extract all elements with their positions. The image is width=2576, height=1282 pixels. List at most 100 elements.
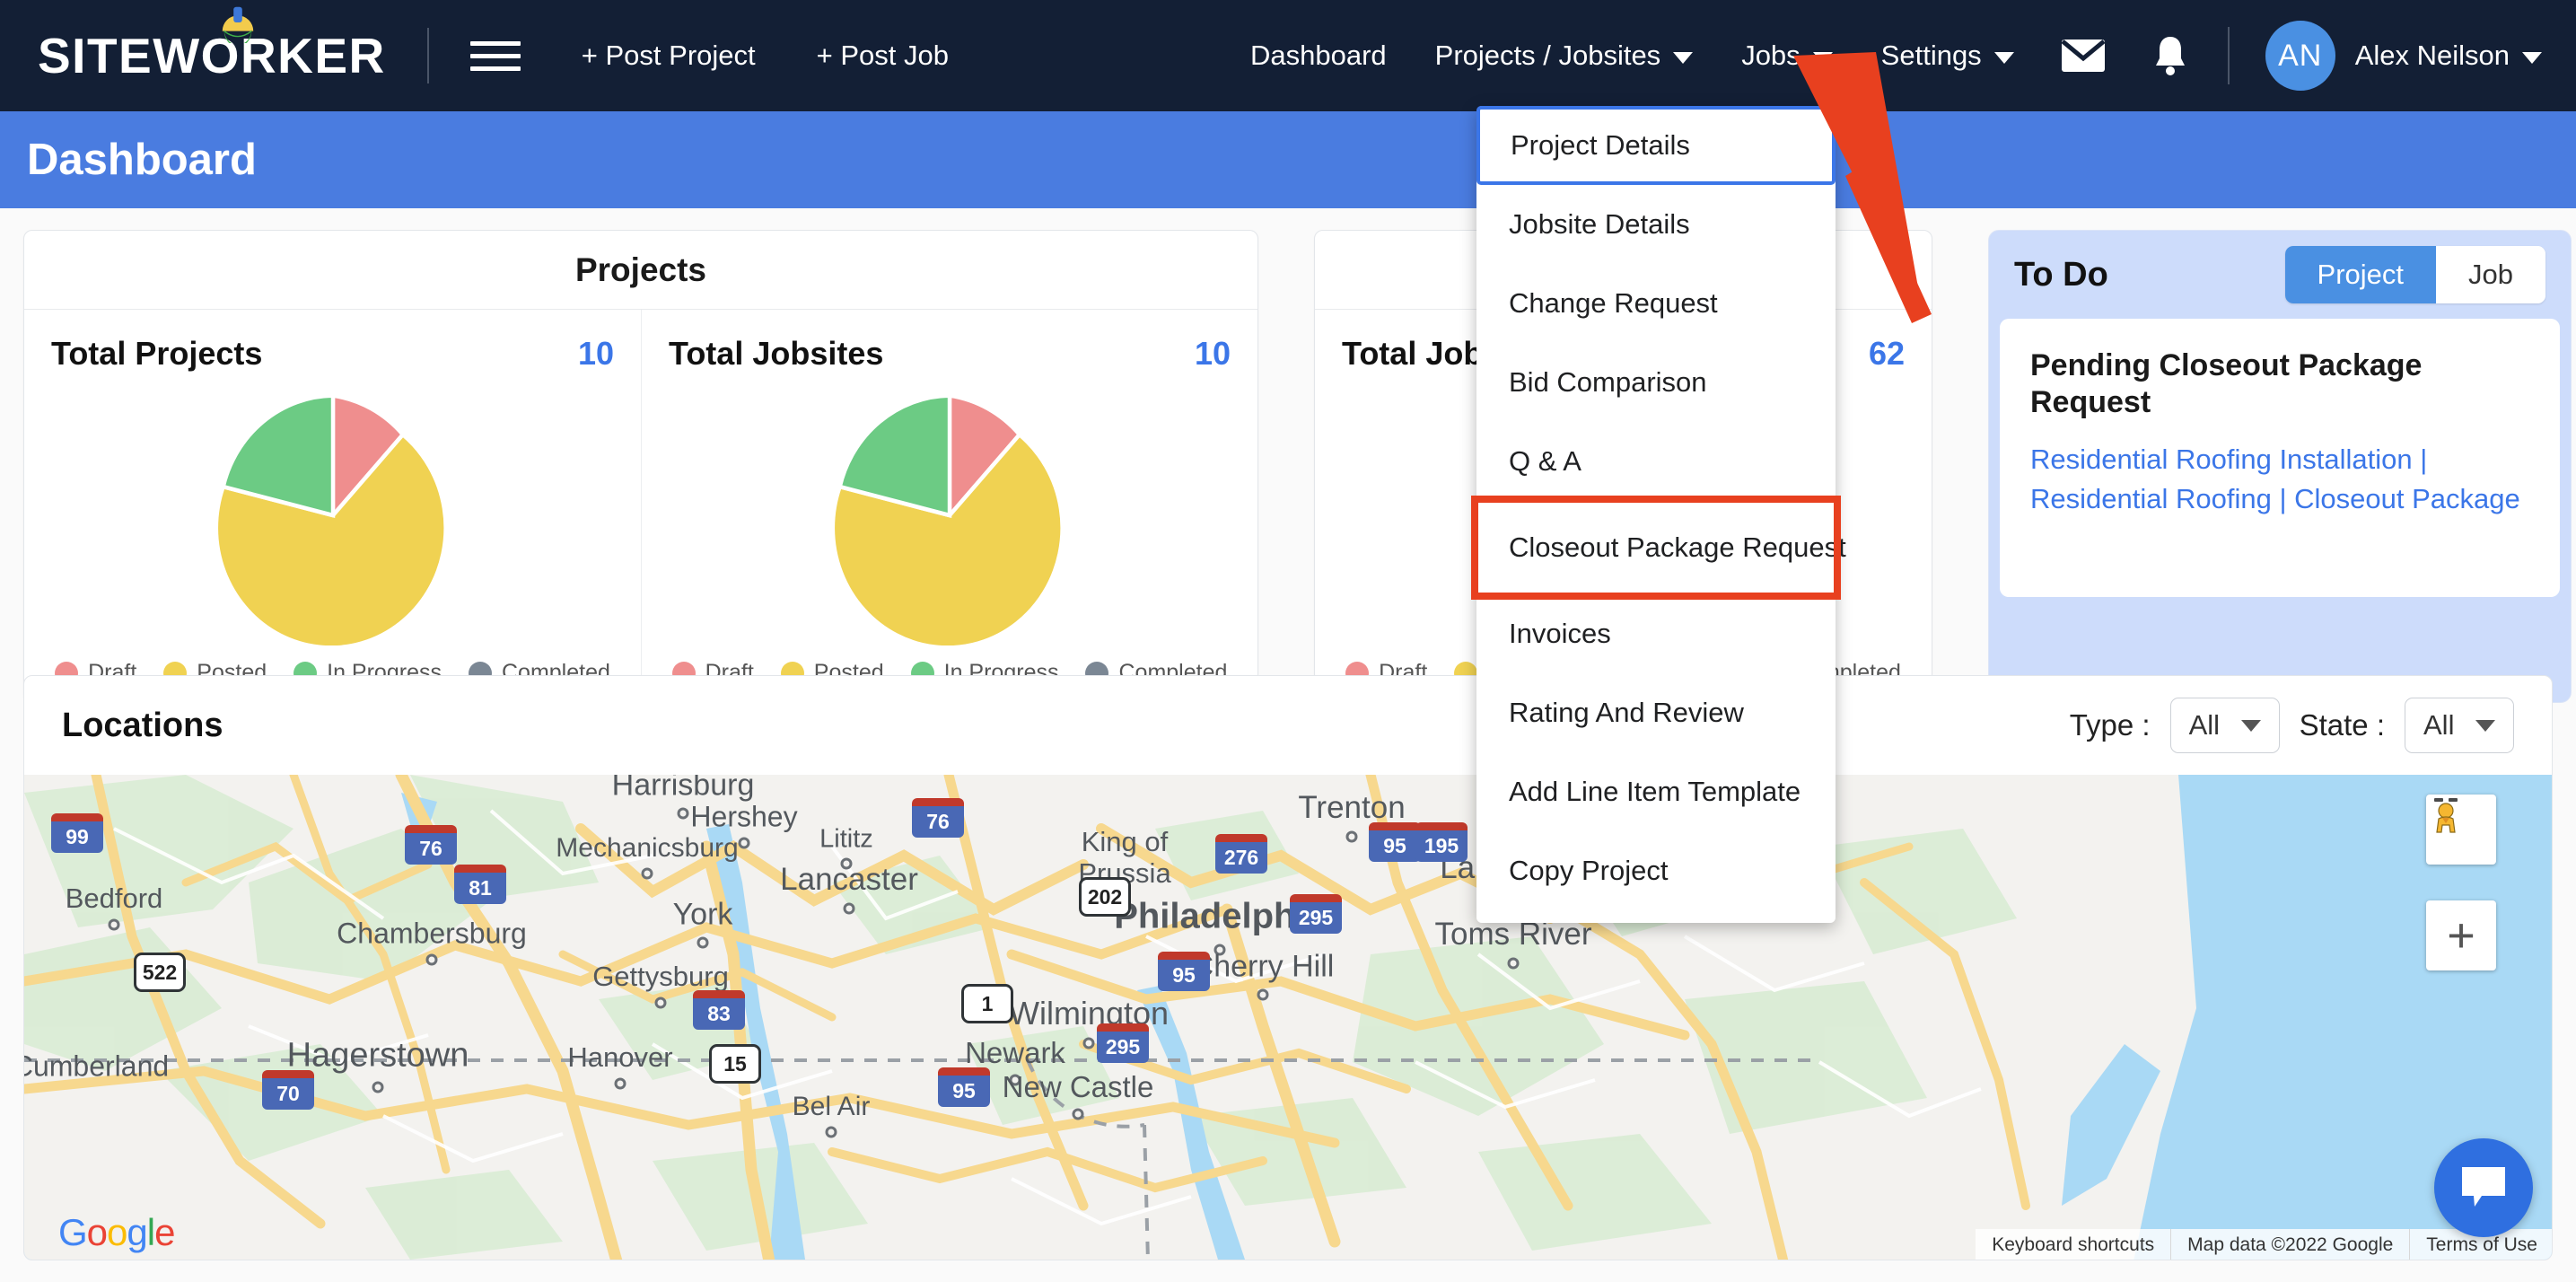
tab-project[interactable]: Project xyxy=(2284,246,2437,303)
dropdown-item-add-line-item-template[interactable]: Add Line Item Template xyxy=(1476,752,1836,831)
nav-label: Settings xyxy=(1880,40,1982,71)
map-city-label: Chambersburg xyxy=(337,917,527,950)
user-menu[interactable]: Alex Neilson xyxy=(2335,40,2542,72)
chevron-down-icon xyxy=(1812,51,1833,64)
map-city-label: King of xyxy=(1081,826,1169,857)
jobsites-pie-chart xyxy=(669,385,1231,645)
dropdown-item-project-details[interactable]: Project Details xyxy=(1476,106,1836,185)
nav-item-jobs[interactable]: Jobs xyxy=(1741,40,1833,72)
street-view-pegman-icon[interactable] xyxy=(2426,795,2496,865)
avatar[interactable]: AN xyxy=(2265,21,2335,91)
map-highway-shield: 522 xyxy=(134,953,186,992)
nav-item-projects-jobsites[interactable]: Projects / Jobsites xyxy=(1435,40,1694,72)
todo-title: To Do xyxy=(2014,255,2108,294)
map-city-dot xyxy=(108,918,120,931)
brand-logo[interactable]: SITEWORKER xyxy=(38,6,386,81)
map-highway-shield: 95 xyxy=(1369,822,1421,862)
map-city-dot xyxy=(697,936,709,949)
projects-card-header: Projects xyxy=(24,231,1257,310)
map-highway-shield: 76 xyxy=(405,825,457,865)
hard-hat-icon xyxy=(222,6,254,43)
projects-jobsites-dropdown-menu: Project Details Jobsite Details Change R… xyxy=(1471,106,1846,923)
stats-cards-row: Projects Total Projects 10 Draft Posted … xyxy=(23,230,2572,703)
hamburger-menu-icon[interactable] xyxy=(469,40,521,71)
chat-widget-button[interactable] xyxy=(2434,1138,2533,1237)
map-highway-shield: 95 xyxy=(1158,952,1210,991)
page-title-bar: Dashboard xyxy=(0,111,2576,208)
chevron-down-icon xyxy=(2522,51,2542,64)
map-city-label: Trenton xyxy=(1298,790,1406,825)
nav-item-dashboard[interactable]: Dashboard xyxy=(1250,40,1387,72)
map-city-label: Mechanicsburg xyxy=(556,833,739,863)
map-highway-shield: 195 xyxy=(1415,822,1468,862)
total-projects-value: 10 xyxy=(577,335,614,372)
dashboard-content: Projects Total Projects 10 Draft Posted … xyxy=(0,208,2576,1282)
nav-item-settings[interactable]: Settings xyxy=(1881,40,2014,72)
todo-item-link[interactable]: Residential Roofing Installation | Resid… xyxy=(2030,440,2529,519)
map-city-dot xyxy=(1082,1037,1095,1049)
map-highway-shield: 81 xyxy=(454,865,506,904)
todo-tab-group: Project Job xyxy=(2284,246,2545,303)
locations-title: Locations xyxy=(62,706,223,744)
chevron-down-icon xyxy=(1673,51,1694,64)
zoom-in-button[interactable]: + xyxy=(2426,900,2496,970)
total-jobs-value: 62 xyxy=(1868,335,1905,372)
map-city-dot xyxy=(425,953,438,966)
chevron-down-icon xyxy=(1993,51,2014,64)
map-highway-shield: 295 xyxy=(1290,894,1342,934)
map-highway-shield: 83 xyxy=(693,990,745,1030)
dropdown-item-bid-comparison[interactable]: Bid Comparison xyxy=(1476,343,1836,422)
dropdown-item-invoices[interactable]: Invoices xyxy=(1476,594,1836,673)
projects-stats-card: Projects Total Projects 10 Draft Posted … xyxy=(23,230,1258,703)
nav-label: Dashboard xyxy=(1249,40,1387,71)
map-city-label: Bedford xyxy=(65,882,163,914)
dropdown-item-change-request[interactable]: Change Request xyxy=(1476,264,1836,343)
dropdown-item-rating-and-review[interactable]: Rating And Review xyxy=(1476,673,1836,752)
chevron-down-icon xyxy=(2475,719,2495,732)
map-city-dot xyxy=(738,837,750,849)
dropdown-item-jobsite-details[interactable]: Jobsite Details xyxy=(1476,185,1836,264)
envelope-icon[interactable] xyxy=(2061,39,2106,73)
page-title: Dashboard xyxy=(27,136,257,184)
map-city-dot xyxy=(1072,1108,1084,1120)
keyboard-shortcuts-link[interactable]: Keyboard shortcuts xyxy=(1976,1229,2170,1260)
map-data-credit: Map data ©2022 Google xyxy=(2170,1229,2409,1260)
type-filter-value: All xyxy=(2188,709,2221,741)
map-city-label: Bel Air xyxy=(792,1092,871,1121)
state-filter-select[interactable]: All xyxy=(2405,698,2514,753)
post-project-button[interactable]: + Post Project xyxy=(582,40,756,72)
dropdown-item-closeout-package-request[interactable]: Closeout Package Request xyxy=(1471,496,1846,600)
map-city-dot xyxy=(1345,830,1358,843)
todo-item-title: Pending Closeout Package Request xyxy=(2030,348,2423,420)
map-highway-shield: 202 xyxy=(1079,877,1131,917)
dropdown-item-copy-project[interactable]: Copy Project xyxy=(1476,831,1836,910)
user-name: Alex Neilson xyxy=(2354,40,2510,71)
map-city-label: Lancaster xyxy=(780,862,918,897)
locations-map[interactable]: Harrisburg Hershey Mechanicsburg Lititz Lanc… xyxy=(24,775,2552,1260)
map-city-label: Cumberland xyxy=(24,1049,170,1083)
map-city-label: Harrisburg xyxy=(611,775,755,803)
map-city-label: Hagerstown xyxy=(286,1036,469,1075)
map-city-dot xyxy=(654,997,667,1009)
total-jobsites-value: 10 xyxy=(1194,335,1231,372)
map-highway-shield: 295 xyxy=(1097,1023,1149,1063)
state-filter-value: All xyxy=(2423,709,2455,741)
map-city-dot xyxy=(1257,988,1269,1001)
map-city-dot xyxy=(843,902,855,915)
top-navigation-bar: SITEWORKER + Post Project + Post Job Das… xyxy=(0,0,2576,111)
dropdown-item-q-and-a[interactable]: Q & A xyxy=(1476,422,1836,501)
map-city-label: Cherry Hill xyxy=(1191,949,1335,984)
google-logo: Google xyxy=(58,1211,175,1253)
map-city-dot xyxy=(677,807,689,820)
total-projects-panel: Total Projects 10 Draft Posted In Progre… xyxy=(24,310,641,702)
map-city-label: New Castle xyxy=(1002,1070,1154,1103)
type-filter-label: Type : xyxy=(2069,708,2151,742)
map-city-dot xyxy=(1507,957,1520,970)
tab-job[interactable]: Job xyxy=(2436,246,2545,303)
map-highway-shield: 276 xyxy=(1215,834,1267,874)
notification-bell-icon[interactable] xyxy=(2152,35,2188,76)
post-job-button[interactable]: + Post Job xyxy=(817,40,949,72)
type-filter-select[interactable]: All xyxy=(2169,698,2280,753)
total-projects-label: Total Projects xyxy=(51,335,263,372)
map-city-dot xyxy=(825,1126,837,1138)
